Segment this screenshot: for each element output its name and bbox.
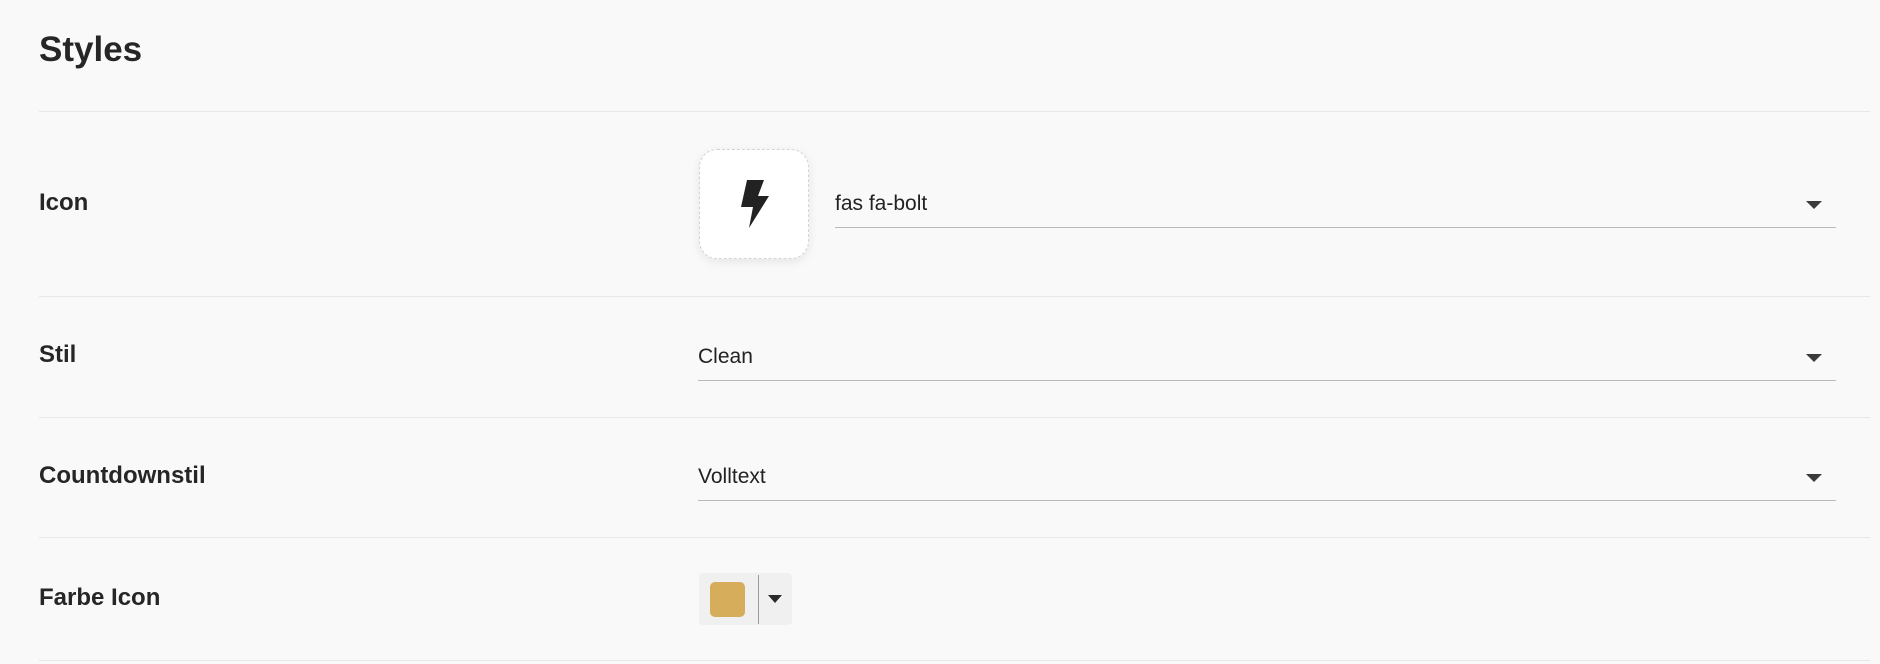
color-picker-separator (758, 575, 759, 624)
stil-row-label: Stil (39, 341, 77, 368)
color-swatch[interactable] (710, 582, 745, 617)
color-picker[interactable] (699, 573, 792, 625)
stil-select-value: Clean (698, 345, 753, 368)
farbe-row-label: Farbe Icon (39, 584, 161, 611)
chevron-down-icon[interactable] (768, 595, 782, 603)
chevron-down-icon[interactable] (1806, 474, 1822, 482)
divider (39, 660, 1870, 661)
styles-panel: Styles Icon fas fa-bolt Stil Clean Count… (0, 0, 1880, 664)
icon-select-value: fas fa-bolt (835, 192, 928, 215)
icon-row-label: Icon (39, 189, 89, 216)
countdown-row-label: Countdownstil (39, 462, 206, 489)
icon-preview[interactable] (699, 149, 809, 259)
page-title: Styles (39, 30, 143, 69)
chevron-down-icon[interactable] (1806, 201, 1822, 209)
countdown-select[interactable]: Volltext (698, 457, 1836, 501)
chevron-down-icon[interactable] (1806, 354, 1822, 362)
divider (39, 417, 1870, 418)
bolt-icon (741, 180, 769, 228)
stil-select[interactable]: Clean (698, 337, 1836, 381)
divider (39, 296, 1870, 297)
divider (39, 111, 1870, 112)
icon-select[interactable]: fas fa-bolt (835, 184, 1836, 228)
divider (39, 537, 1870, 538)
countdown-select-value: Volltext (698, 465, 766, 488)
